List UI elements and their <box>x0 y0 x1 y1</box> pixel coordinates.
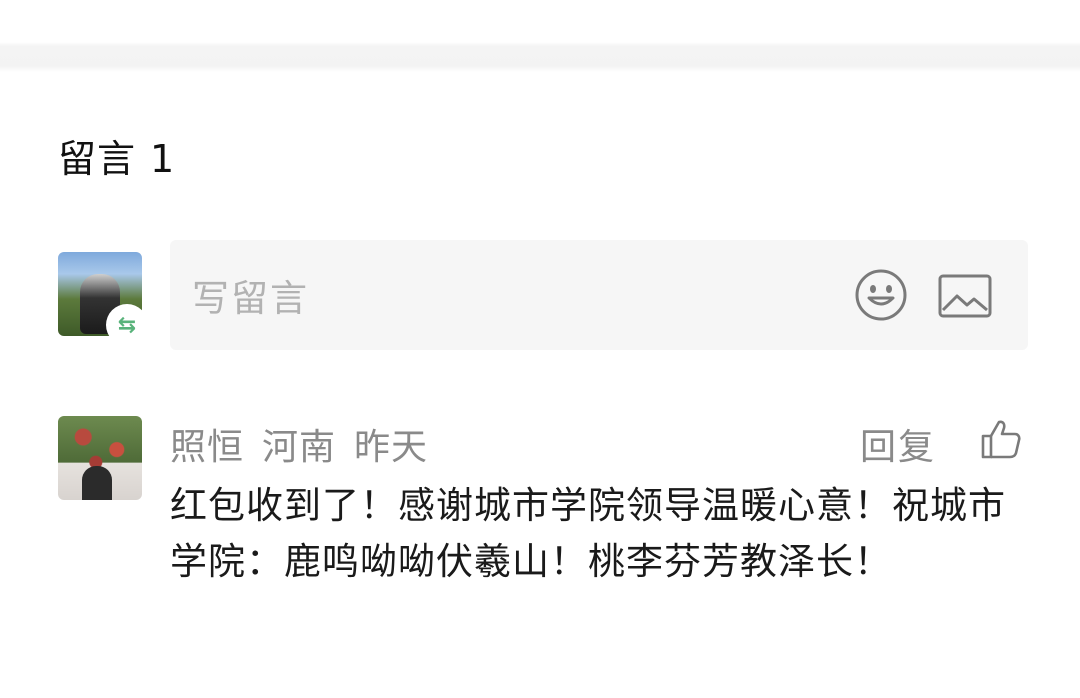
smiley-face-icon[interactable] <box>854 268 908 322</box>
comment-meta: 照恒 河南 昨天 <box>170 418 428 470</box>
comments-header-title: 留言 <box>58 137 137 181</box>
swap-arrows-icon[interactable]: ⇆ <box>108 306 146 344</box>
top-divider-band <box>0 0 1080 72</box>
avatar-door <box>82 466 112 500</box>
comment-author[interactable]: 照恒 <box>170 418 244 470</box>
image-icon[interactable] <box>938 274 992 318</box>
thumbs-up-icon[interactable] <box>980 418 1022 460</box>
reply-button[interactable]: 回复 <box>860 418 936 470</box>
comment-time: 昨天 <box>354 427 429 468</box>
comment-text: 红包收到了！感谢城市学院领导温暖心意！祝城市学院：鹿鸣呦呦伏羲山！桃李芬芳教泽长… <box>170 484 1006 583</box>
comments-header: 留言 1 <box>58 128 175 183</box>
write-comment-placeholder: 写留言 <box>192 277 309 320</box>
commenter-avatar[interactable] <box>58 416 142 500</box>
comments-count: 1 <box>150 137 176 181</box>
comment-location: 河南 <box>262 427 337 468</box>
